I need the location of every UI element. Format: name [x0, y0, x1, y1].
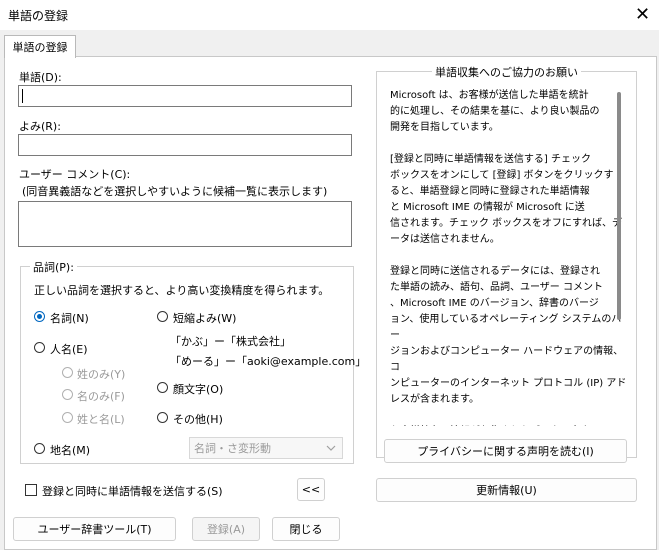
radio-full-name-label[interactable]: 姓と名(L)	[77, 411, 125, 427]
update-info-button[interactable]: 更新情報(U)	[376, 478, 637, 502]
pos-subtype-value: 名詞・さ変形動	[194, 442, 271, 455]
title-bar	[0, 0, 659, 30]
radio-other[interactable]	[157, 412, 168, 423]
radio-noun-label[interactable]: 名詞(N)	[50, 310, 89, 326]
word-input[interactable]	[18, 85, 352, 107]
close-window-button[interactable]: ✕	[626, 0, 659, 28]
radio-given-name[interactable]	[62, 389, 73, 400]
chevron-down-icon	[326, 445, 336, 451]
comment-input[interactable]	[18, 201, 352, 247]
comment-hint: (同音異義語などを選択しやすいように候補一覧に表示します)	[22, 185, 328, 198]
reading-input[interactable]	[18, 134, 352, 156]
pos-subtype-select[interactable]: 名詞・さ変形動	[189, 437, 343, 459]
radio-surname-label[interactable]: 姓のみ(Y)	[77, 366, 125, 382]
radio-short-reading[interactable]	[157, 311, 168, 322]
radio-given-name-label[interactable]: 名のみ(F)	[77, 388, 125, 404]
info-text: Microsoft は、お客様が送信した単語を統計 的に処理し、その結果を基に、…	[390, 90, 627, 405]
privacy-statement-button[interactable]: プライバシーに関する声明を読む(I)	[384, 439, 627, 463]
info-scrollbar[interactable]	[617, 92, 621, 320]
radio-short-reading-label[interactable]: 短縮よみ(W)	[173, 310, 236, 326]
word-label: 単語(D):	[19, 71, 62, 84]
pos-label: 品詞(P):	[30, 259, 77, 275]
text-caret	[22, 89, 23, 103]
info-title: 単語収集へのご協力のお願い	[432, 64, 581, 80]
collapse-button[interactable]: <<	[297, 478, 325, 501]
register-button[interactable]: 登録(A)	[192, 517, 260, 541]
close-button[interactable]: 閉じる	[272, 517, 340, 541]
tab-word-registration[interactable]: 単語の登録	[4, 35, 76, 58]
short-example-2: 「めーる」ー「aoki@example.com」	[170, 355, 367, 368]
pos-description: 正しい品詞を選択すると、より高い変換精度を得られます。	[34, 284, 330, 297]
radio-noun[interactable]	[34, 311, 45, 322]
radio-person-label[interactable]: 人名(E)	[50, 341, 88, 357]
user-dictionary-tool-button[interactable]: ユーザー辞書ツール(T)	[13, 517, 176, 541]
send-word-info-checkbox[interactable]	[25, 484, 37, 496]
send-word-info-label[interactable]: 登録と同時に単語情報を送信する(S)	[42, 483, 223, 499]
radio-surname[interactable]	[62, 367, 73, 378]
info-scroll-area[interactable]: Microsoft は、お客様が送信した単語を統計 的に処理し、その結果を基に、…	[384, 84, 627, 426]
reading-label: よみ(R):	[19, 120, 61, 133]
radio-full-name[interactable]	[62, 412, 73, 423]
window-title: 単語の登録	[8, 9, 69, 23]
radio-person[interactable]	[34, 342, 45, 353]
radio-emoticon[interactable]	[157, 382, 168, 393]
close-icon: ✕	[634, 3, 651, 25]
comment-label: ユーザー コメント(C):	[19, 168, 131, 181]
radio-place[interactable]	[34, 443, 45, 454]
radio-emoticon-label[interactable]: 顔文字(O)	[173, 381, 223, 397]
short-example-1: 「かぶ」ー「株式会社」	[170, 335, 291, 348]
radio-place-label[interactable]: 地名(M)	[50, 442, 90, 458]
radio-other-label[interactable]: その他(H)	[173, 411, 223, 427]
